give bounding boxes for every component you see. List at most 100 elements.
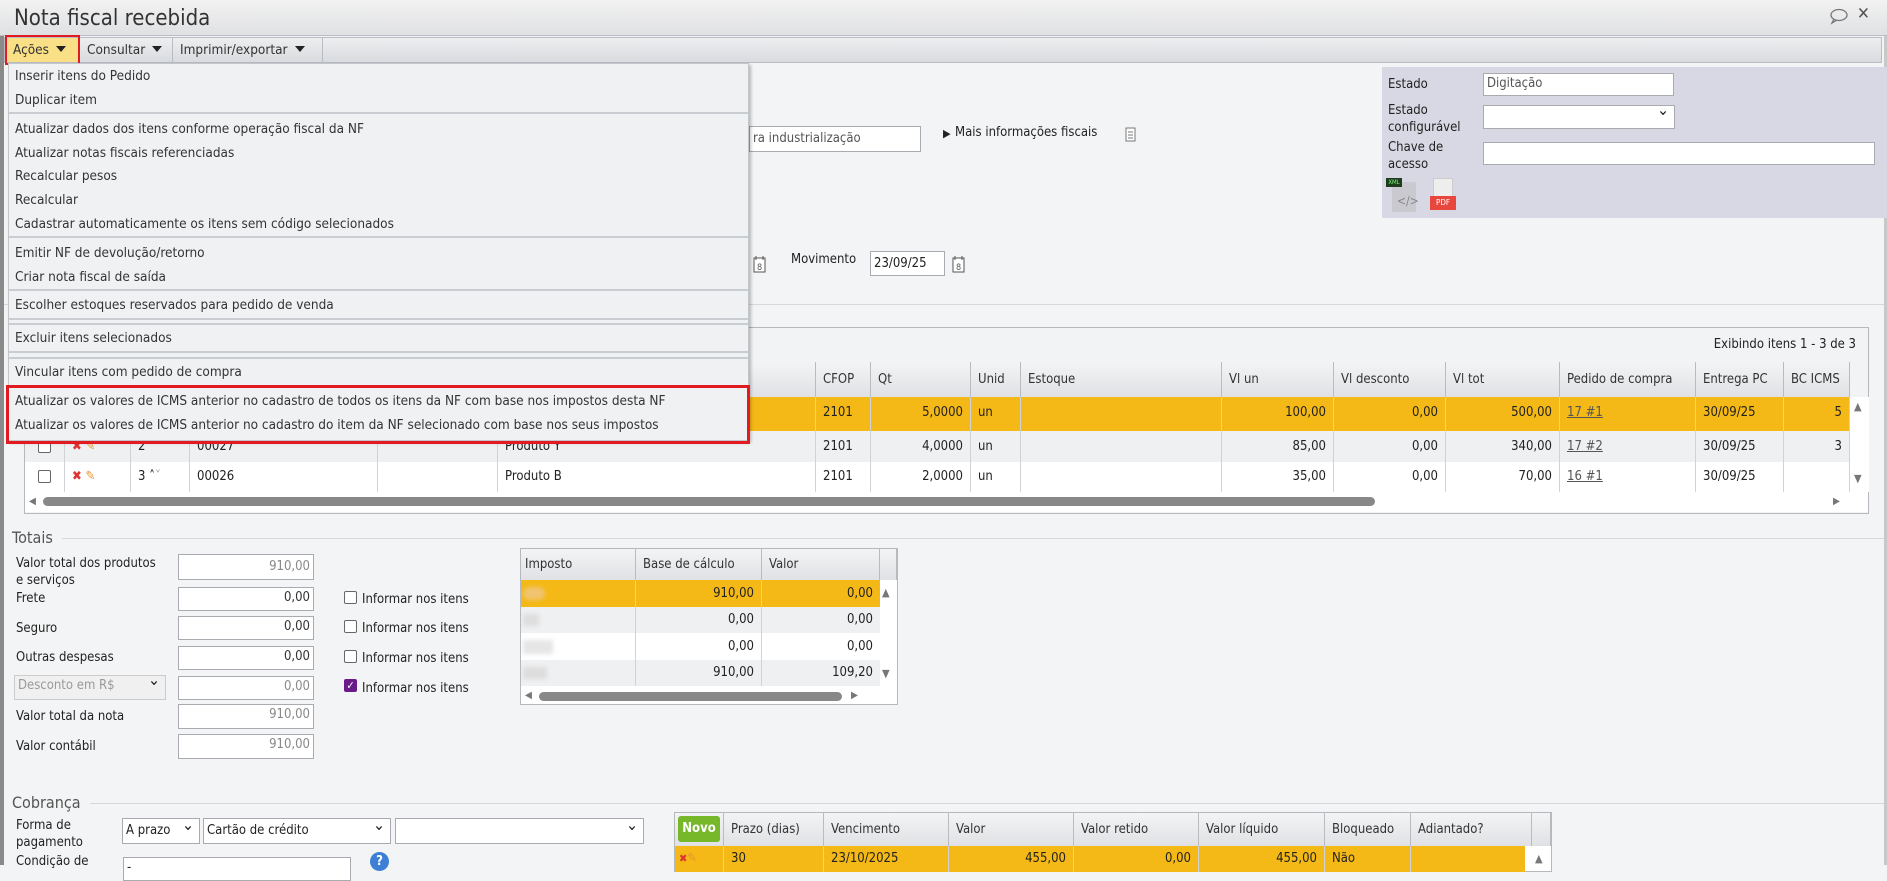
imprimir-label: Imprimir/exportar: [180, 42, 288, 58]
col-qt[interactable]: Qt: [871, 362, 971, 397]
menu-item-atualizar-notas-referenciadas[interactable]: Atualizar notas fiscais referenciadas: [15, 144, 234, 162]
pedido-link[interactable]: 17 #2: [1567, 439, 1603, 454]
bc-icms-cell: 5: [1784, 397, 1850, 431]
operacao-fiscal-field[interactable]: ra industrialização: [749, 126, 921, 152]
menu-item-recalcular-pesos[interactable]: Recalcular pesos: [15, 167, 117, 185]
scrollbar-thumb[interactable]: [539, 692, 842, 701]
scroll-down-icon[interactable]: ▼: [1854, 471, 1862, 487]
col-valor[interactable]: Valor: [949, 813, 1074, 846]
menu-item-atualizar-dados-itens[interactable]: Atualizar dados dos itens conforme opera…: [15, 120, 364, 138]
menu-item-emitir-nf-devolucao[interactable]: Emitir NF de devolução/retorno: [15, 244, 205, 262]
col-adiantado[interactable]: Adiantado?: [1411, 813, 1532, 846]
forma-tipo-select[interactable]: A prazo: [122, 818, 200, 844]
novo-button[interactable]: Novo: [678, 816, 720, 842]
col-valor[interactable]: Valor: [762, 549, 880, 580]
col-valor-liquido[interactable]: Valor líquido: [1199, 813, 1325, 846]
seq: 3: [138, 469, 146, 484]
help-icon[interactable]: ?: [370, 852, 389, 871]
desconto-input[interactable]: 0,00: [178, 676, 314, 700]
edit-pencil-icon[interactable]: ✎: [86, 469, 96, 484]
table-row[interactable]: ✖ ✎ 3 ˄˅ 00026 Produto B 2101 2,0000 un …: [25, 462, 1850, 492]
vertical-scrollbar[interactable]: ▲ ▼: [1850, 397, 1869, 492]
menu-item-inserir-itens-pedido[interactable]: Inserir itens do Pedido: [15, 67, 150, 85]
menu-item-recalcular[interactable]: Recalcular: [15, 191, 78, 209]
pedido-link[interactable]: 17 #1: [1567, 405, 1603, 420]
table-row[interactable]: 910,00 0,00: [521, 580, 880, 607]
calendar-icon[interactable]: 8: [753, 255, 766, 273]
menu-item-vincular-pedido-compra[interactable]: Vincular itens com pedido de compra: [15, 363, 242, 381]
vl-tot-cell: 500,00: [1446, 397, 1560, 431]
scroll-up-icon[interactable]: ▲: [882, 585, 890, 601]
col-bc-icms[interactable]: BC ICMS: [1784, 362, 1850, 397]
frete-input[interactable]: 0,00: [178, 587, 314, 611]
scroll-down-icon[interactable]: ▼: [882, 666, 890, 682]
informar-desconto-checkbox-checked[interactable]: ✓: [344, 679, 357, 692]
chat-icon[interactable]: [1829, 8, 1849, 25]
col-prazo[interactable]: Prazo (dias): [724, 813, 824, 846]
col-unid[interactable]: Unid: [971, 362, 1021, 397]
vencimento-cell: 23/10/2025: [824, 846, 949, 872]
edit-pencil-icon[interactable]: ✎: [687, 851, 697, 866]
consultar-menu-button[interactable]: Consultar: [80, 38, 173, 62]
table-row[interactable]: 0,00 0,00: [521, 607, 880, 633]
col-estoque[interactable]: Estoque: [1021, 362, 1222, 397]
imposto-cell-blurred: [521, 580, 636, 607]
col-vl-tot[interactable]: Vl tot: [1446, 362, 1560, 397]
qt-cell: 5,0000: [871, 397, 971, 431]
col-base-calculo[interactable]: Base de cálculo: [636, 549, 762, 580]
menu-item-cadastrar-itens-sem-codigo[interactable]: Cadastrar automaticamente os itens sem c…: [15, 215, 394, 233]
seguro-input[interactable]: 0,00: [178, 616, 314, 640]
col-pedido[interactable]: Pedido de compra: [1560, 362, 1696, 397]
table-row[interactable]: 0,00 0,00: [521, 633, 880, 660]
informar-outras-checkbox[interactable]: [344, 650, 357, 663]
informar-frete-checkbox[interactable]: [344, 591, 357, 604]
chave-acesso-input[interactable]: [1483, 142, 1875, 165]
col-cfop[interactable]: CFOP: [816, 362, 871, 397]
informar-seguro-checkbox[interactable]: [344, 620, 357, 633]
document-icon[interactable]: [1125, 127, 1136, 142]
pdf-file-icon[interactable]: PDF: [1430, 178, 1460, 214]
mais-informacoes-fiscais-link[interactable]: Mais informações fiscais: [955, 125, 1097, 141]
col-bloqueado[interactable]: Bloqueado: [1325, 813, 1411, 846]
table-row[interactable]: ✖✎ 30 23/10/2025 455,00 0,00 455,00 Não: [675, 846, 1525, 872]
row-checkbox[interactable]: [38, 470, 51, 483]
valor-retido-cell: 0,00: [1074, 846, 1199, 872]
menu-item-criar-nota-saida[interactable]: Criar nota fiscal de saída: [15, 268, 166, 286]
forma-meio-select[interactable]: Cartão de crédito: [203, 818, 391, 844]
xml-file-icon[interactable]: XML </>: [1386, 178, 1419, 214]
cell: [25, 462, 65, 492]
scroll-right-icon[interactable]: ▶: [851, 688, 858, 704]
forma-extra-select[interactable]: [395, 818, 644, 844]
scroll-left-icon[interactable]: ◀: [29, 494, 36, 510]
menu-item-duplicar-item[interactable]: Duplicar item: [15, 91, 97, 109]
delete-icon[interactable]: ✖: [72, 469, 82, 484]
scroll-right-icon[interactable]: ▶: [1833, 494, 1840, 510]
col-valor-retido[interactable]: Valor retido: [1074, 813, 1199, 846]
scrollbar-thumb[interactable]: [43, 497, 1375, 506]
valor-produtos-input: 910,00: [178, 554, 314, 580]
imprimir-exportar-menu-button[interactable]: Imprimir/exportar: [173, 38, 323, 62]
table-row[interactable]: 910,00 109,20: [521, 660, 880, 686]
estado-configuravel-label: Estado configurável: [1388, 103, 1461, 135]
col-vl-desconto[interactable]: Vl desconto: [1334, 362, 1446, 397]
col-imposto[interactable]: Imposto: [521, 549, 636, 580]
estado-configuravel-select[interactable]: [1483, 105, 1675, 129]
divider: [62, 538, 1884, 539]
estado-input[interactable]: Digitação: [1483, 73, 1674, 96]
col-vencimento[interactable]: Vencimento: [824, 813, 949, 846]
movimento-date-input[interactable]: 23/09/25: [870, 251, 945, 276]
vl-tot-cell: 340,00: [1446, 431, 1560, 462]
col-entrega[interactable]: Entrega PC: [1696, 362, 1784, 397]
pedido-link[interactable]: 16 #1: [1567, 469, 1603, 484]
calendar-icon[interactable]: 8: [952, 255, 965, 273]
condicao-input[interactable]: -: [123, 857, 351, 881]
expand-arrow-icon[interactable]: ▶: [943, 126, 951, 142]
col-vl-un[interactable]: Vl un: [1222, 362, 1334, 397]
menu-item-escolher-estoques[interactable]: Escolher estoques reservados para pedido…: [15, 296, 334, 314]
outras-despesas-input[interactable]: 0,00: [178, 646, 314, 670]
menu-item-excluir-itens[interactable]: Excluir itens selecionados: [15, 329, 172, 347]
horizontal-scrollbar[interactable]: ◀ ▶: [25, 492, 1868, 512]
close-icon[interactable]: ✕: [1857, 6, 1870, 23]
scroll-left-icon[interactable]: ◀: [525, 688, 532, 704]
scroll-up-icon[interactable]: ▲: [1854, 399, 1862, 415]
